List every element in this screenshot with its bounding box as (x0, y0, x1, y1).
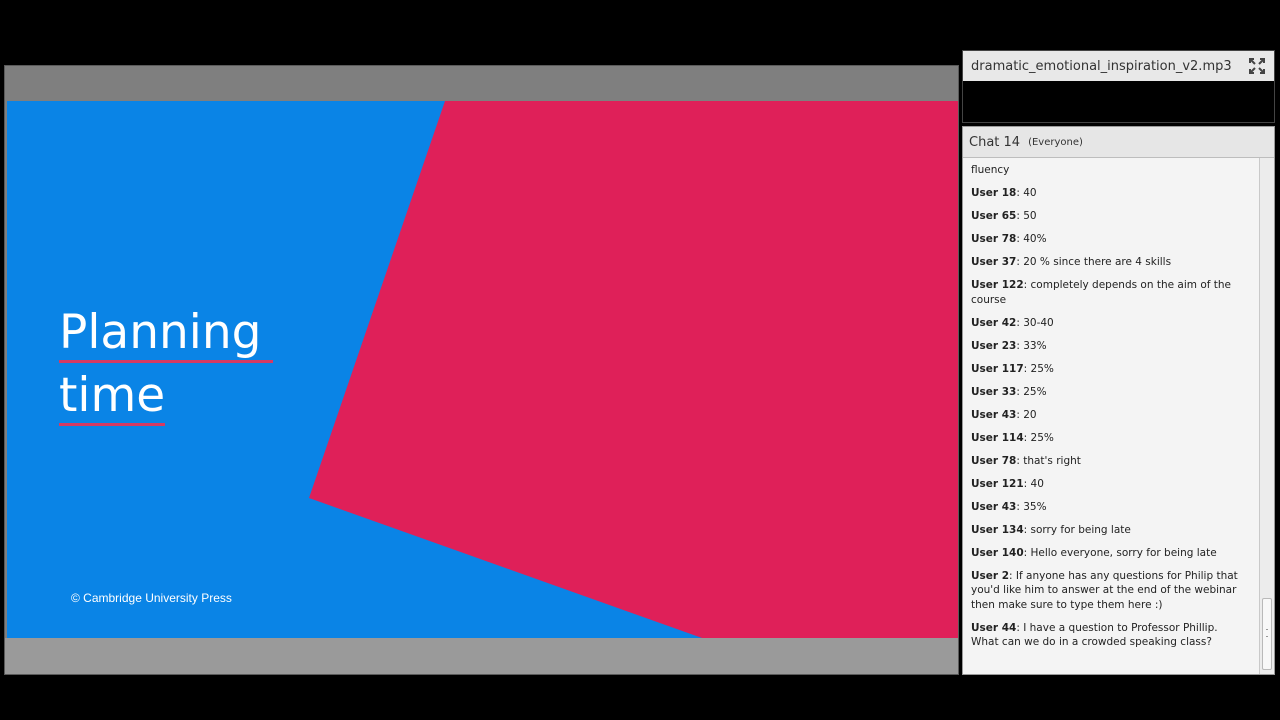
chat-message: User 78: 40% (971, 232, 1248, 247)
chat-message-text: : that's right (1016, 454, 1081, 467)
scroll-grip-icon (1266, 629, 1268, 637)
chat-message-user: User 121 (971, 477, 1024, 490)
chat-message-user: User 43 (971, 408, 1017, 421)
chat-message-user: User 44 (971, 621, 1017, 634)
chat-message-text: : 40% (1016, 233, 1047, 245)
chat-pod: Chat 14 (Everyone) fluency User 18: 40 Use… (962, 126, 1275, 675)
slide-title-line1: Planning (59, 305, 274, 363)
chat-message: User 33: 25% (971, 385, 1248, 400)
slide-copyright: © Cambridge University Press (71, 591, 232, 605)
share-pod-footer (5, 638, 958, 674)
chat-message-text: : Hello everyone, sorry for being late (1023, 546, 1217, 559)
chat-message: User 18: 40 (971, 186, 1248, 201)
chat-message-user: User 78 (971, 233, 1017, 245)
chat-message: User 65: 50 (971, 209, 1248, 224)
chat-message-text: : 50 (1016, 210, 1037, 222)
music-filename: dramatic_emotional_inspiration_v2.mp3 (971, 58, 1232, 74)
chat-message-user: User 134 (971, 523, 1024, 536)
chat-message-text: : 20 % since there are 4 skills (1016, 256, 1172, 268)
chat-message: User 122: completely depends on the aim … (971, 278, 1248, 307)
chat-title: Chat 14 (969, 134, 1021, 150)
chat-message: User 78: that's right (971, 454, 1248, 469)
slide: Planning time © Cambridge University Pre… (7, 101, 958, 638)
music-pod: dramatic_emotional_inspiration_v2.mp3 (962, 50, 1275, 123)
chat-message-text: : 25% (1023, 362, 1054, 375)
chat-message-user: User 37 (971, 256, 1017, 268)
chat-message: User 2: If anyone has any questions for … (971, 569, 1248, 613)
chat-message: User 37: 20 % since there are 4 skills (971, 255, 1248, 270)
chat-message: fluency (971, 163, 1248, 178)
chat-message-text: : 30-40 (1016, 316, 1054, 329)
chat-message: User 114: 25% (971, 431, 1248, 446)
chat-message: User 121: 40 (971, 477, 1248, 492)
chat-message-text: : 35% (1016, 500, 1047, 513)
chat-message: User 43: 35% (971, 500, 1248, 515)
chat-message-user: User 65 (971, 210, 1017, 222)
chat-message-user: User 42 (971, 316, 1017, 329)
chat-message: User 44: I have a question to Professor … (971, 621, 1248, 650)
chat-message-text: : sorry for being late (1023, 523, 1131, 536)
chat-message-text: : If anyone has any questions for Philip… (971, 569, 1238, 611)
chat-message-user: User 43 (971, 500, 1017, 513)
chat-scrollbar[interactable] (1259, 158, 1274, 674)
chat-message: User 134: sorry for being late (971, 523, 1248, 538)
chat-message-text: : 33% (1016, 339, 1047, 352)
chat-message-text: : 40 (1023, 477, 1044, 490)
chat-message-user: User 18 (971, 187, 1017, 199)
chat-message: User 23: 33% (971, 339, 1248, 354)
share-pod: Planning time © Cambridge University Pre… (4, 65, 959, 675)
music-pod-header: dramatic_emotional_inspiration_v2.mp3 (963, 51, 1274, 81)
chat-message: User 42: 30-40 (971, 316, 1248, 331)
chat-message: User 43: 20 (971, 408, 1248, 423)
chat-message: User 140: Hello everyone, sorry for bein… (971, 546, 1248, 561)
chat-scrollbar-thumb[interactable] (1262, 598, 1272, 670)
chat-message-user: User 78 (971, 454, 1017, 467)
chat-message-text: : 40 (1016, 187, 1037, 199)
chat-message-list: fluency User 18: 40 User 65: 50 User 78: 40… (963, 158, 1260, 674)
chat-message-user: User 140 (971, 546, 1024, 559)
chat-message-user: User 23 (971, 339, 1017, 352)
chat-message-text: : 25% (1023, 431, 1054, 444)
chat-message-user: User 33 (971, 385, 1017, 398)
chat-message-text: : 25% (1016, 385, 1047, 398)
chat-message: User 117: 25% (971, 362, 1248, 377)
chat-message-user: User 117 (971, 362, 1024, 375)
chat-audience[interactable]: (Everyone) (1028, 137, 1083, 148)
fullscreen-icon[interactable] (1248, 57, 1266, 75)
chat-message-text: : 20 (1016, 408, 1037, 421)
chat-message-user: User 122 (971, 279, 1024, 291)
chat-message-text: fluency (971, 164, 1010, 176)
slide-title: Planning time (59, 301, 274, 427)
slide-title-line2: time (59, 368, 166, 426)
chat-message-user: User 2 (971, 569, 1010, 582)
chat-header: Chat 14 (Everyone) (963, 127, 1274, 158)
chat-message-user: User 114 (971, 431, 1024, 444)
